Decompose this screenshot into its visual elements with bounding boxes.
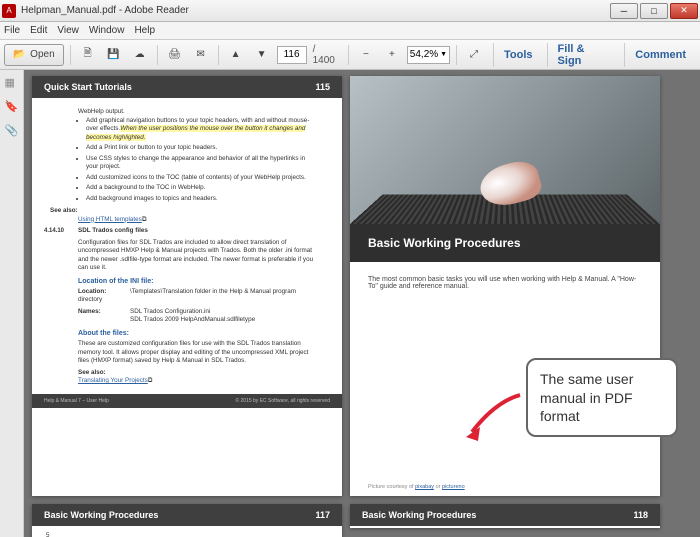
side-panel: ▦ 🔖 📎	[0, 70, 24, 537]
save-icon: 💾	[107, 48, 121, 62]
separator	[456, 45, 457, 65]
next-page-button[interactable]: ▼	[251, 44, 273, 66]
footer-right: © 2015 by EC Software, all rights reserv…	[235, 398, 330, 404]
value: SDL Trados 2009 HelpAndManual.sdlfiletyp…	[130, 316, 255, 323]
heading: About the files:	[78, 329, 318, 338]
comment-button[interactable]: Comment	[624, 43, 696, 67]
plus-icon: +	[385, 48, 399, 62]
photo-credit: Picture courtesy of pixabay or pictureno	[350, 478, 660, 496]
heading: Location of the INI file:	[78, 277, 318, 286]
close-button[interactable]: ✕	[670, 3, 698, 19]
list-item: Add graphical navigation buttons to your…	[86, 117, 318, 143]
list-item: Add customized icons to the TOC (table o…	[86, 174, 318, 183]
text: These are customized configuration files…	[78, 340, 318, 366]
page-title: Basic Working Procedures	[44, 510, 158, 520]
list-item: Add a Print link or button to your topic…	[86, 144, 318, 153]
list-item: Use CSS styles to change the appearance …	[86, 155, 318, 172]
open-button[interactable]: 📂 Open	[4, 44, 64, 66]
email-button[interactable]: ✉	[190, 44, 212, 66]
arrow-up-icon: ▲	[229, 48, 243, 62]
separator	[218, 45, 219, 65]
see-also: See also:	[78, 369, 106, 376]
bookmark-icon[interactable]: 🔖	[5, 100, 19, 114]
page-number-input[interactable]	[277, 46, 307, 64]
thumbnails-icon[interactable]: ▦	[5, 76, 19, 90]
zoom-out-button[interactable]: −	[355, 44, 377, 66]
menu-file[interactable]: File	[4, 25, 20, 36]
fill-sign-button[interactable]: Fill & Sign	[547, 43, 621, 67]
page-title: Quick Start Tutorials	[44, 82, 132, 92]
pdf-page-117: Basic Working Procedures117 5 Basic Work…	[32, 504, 342, 537]
text: WebHelp output.	[78, 108, 318, 117]
cloud-button[interactable]: ☁	[129, 44, 151, 66]
expand-icon: ⤢	[467, 48, 481, 62]
minus-icon: −	[359, 48, 373, 62]
zoom-in-button[interactable]: +	[381, 44, 403, 66]
minimize-button[interactable]: ─	[610, 3, 638, 19]
section-number: 4.14.10	[44, 227, 64, 235]
bullet-list: Add graphical navigation buttons to your…	[86, 117, 318, 204]
pdf-page-115: Quick Start Tutorials 115 WebHelp output.…	[32, 76, 342, 496]
read-mode-button[interactable]: ⤢	[463, 44, 485, 66]
page-number: 118	[633, 510, 648, 520]
page-title: Basic Working Procedures	[362, 510, 476, 520]
app-icon: A	[2, 4, 16, 18]
menu-edit[interactable]: Edit	[30, 25, 47, 36]
value: SDL Trados Configuration.ini	[130, 308, 210, 315]
prev-page-button[interactable]: ▲	[225, 44, 247, 66]
maximize-button[interactable]: □	[640, 3, 668, 19]
see-also: See also:	[50, 207, 78, 214]
pdf-icon: 🗎	[81, 48, 95, 62]
page-number: 115	[315, 82, 330, 92]
separator	[348, 45, 349, 65]
link-html-templates[interactable]: Using HTML templates	[78, 216, 142, 223]
hero-image	[350, 76, 660, 224]
open-label: Open	[30, 49, 54, 60]
zoom-level[interactable]: 54,2%▼	[407, 46, 450, 64]
save-button[interactable]: 💾	[103, 44, 125, 66]
chapter-title: Basic Working Procedures	[350, 224, 660, 262]
folder-icon: 📂	[13, 48, 26, 62]
attachment-icon[interactable]: 📎	[5, 124, 19, 138]
list-item: Add background images to topics and head…	[86, 195, 318, 204]
chevron-down-icon: ▼	[440, 51, 447, 58]
print-icon: 🖨	[168, 48, 182, 62]
section-title: SDL Trados config files	[78, 227, 148, 234]
toolbar: 📂 Open 🗎 💾 ☁ 🖨 ✉ ▲ ▼ / 1400 − + 54,2%▼ ⤢…	[0, 40, 700, 70]
arrow-down-icon: ▼	[255, 48, 269, 62]
page-total: / 1400	[313, 44, 340, 66]
document-area[interactable]: Quick Start Tutorials 115 WebHelp output.…	[24, 70, 700, 537]
label: Names:	[78, 308, 130, 317]
pdf-page-118: Basic Working Procedures 118	[350, 504, 660, 528]
menu-window[interactable]: Window	[89, 25, 125, 36]
mail-icon: ✉	[194, 48, 208, 62]
annotation-callout: The same user manual in PDF format	[526, 358, 678, 437]
footer-left: Help & Manual 7 – User Help	[44, 398, 109, 404]
cloud-icon: ☁	[133, 48, 147, 62]
tools-button[interactable]: Tools	[493, 43, 543, 67]
separator	[157, 45, 158, 65]
page-number: 117	[315, 510, 330, 520]
link-translating[interactable]: Translating Your Projects	[78, 377, 148, 384]
window-title: Helpman_Manual.pdf - Adobe Reader	[21, 5, 608, 16]
menu-view[interactable]: View	[57, 25, 79, 36]
menu-bar: File Edit View Window Help	[0, 22, 700, 40]
label: Location:	[78, 288, 130, 297]
create-pdf-button[interactable]: 🗎	[77, 44, 99, 66]
text: Configuration files for SDL Trados are i…	[78, 239, 318, 273]
section-number: 5	[46, 532, 50, 537]
menu-help[interactable]: Help	[134, 25, 155, 36]
list-item: Add a background to the TOC in WebHelp.	[86, 184, 318, 193]
annotation-arrow-icon	[460, 387, 530, 447]
title-bar: A Helpman_Manual.pdf - Adobe Reader ─ □ …	[0, 0, 700, 22]
separator	[70, 45, 71, 65]
print-button[interactable]: 🖨	[164, 44, 186, 66]
